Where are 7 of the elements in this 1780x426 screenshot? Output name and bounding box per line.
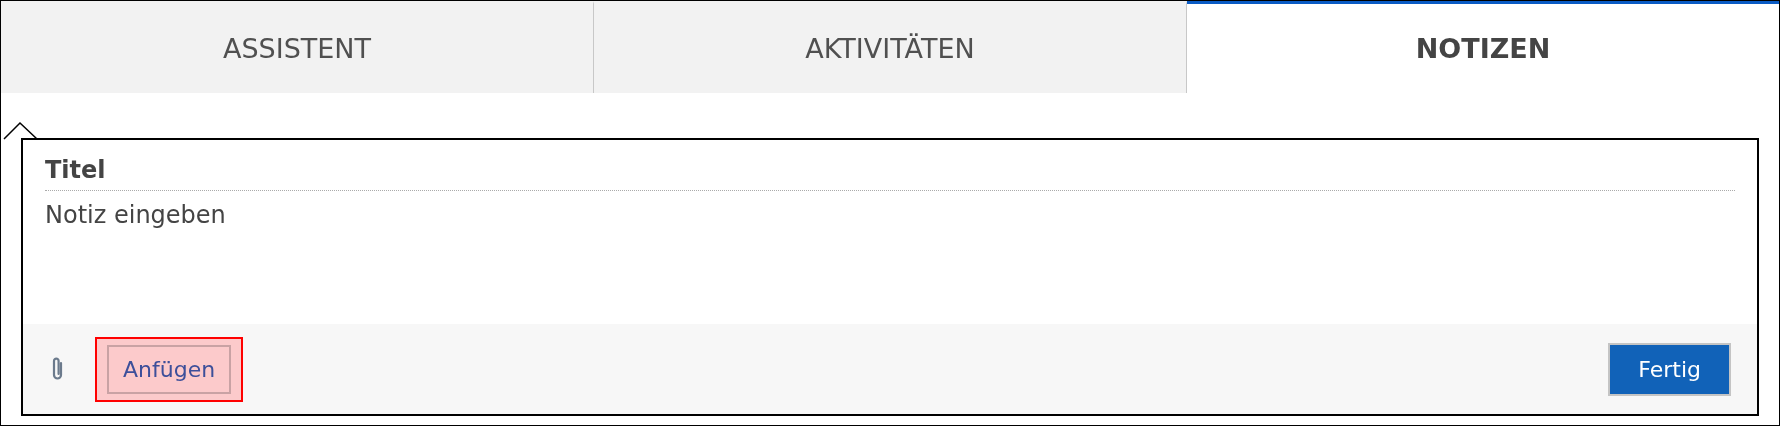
pointer-notch-icon: [3, 121, 39, 141]
attach-button[interactable]: Anfügen: [107, 344, 232, 394]
done-button[interactable]: Fertig: [1608, 342, 1731, 396]
tab[interactable]: ASSISTENT: [1, 1, 594, 93]
tab[interactable]: AKTIVITÄTEN: [594, 1, 1187, 93]
paperclip-icon: [51, 356, 65, 382]
note-editor[interactable]: Titel Notiz eingeben Anfügen Fertig: [21, 138, 1759, 416]
